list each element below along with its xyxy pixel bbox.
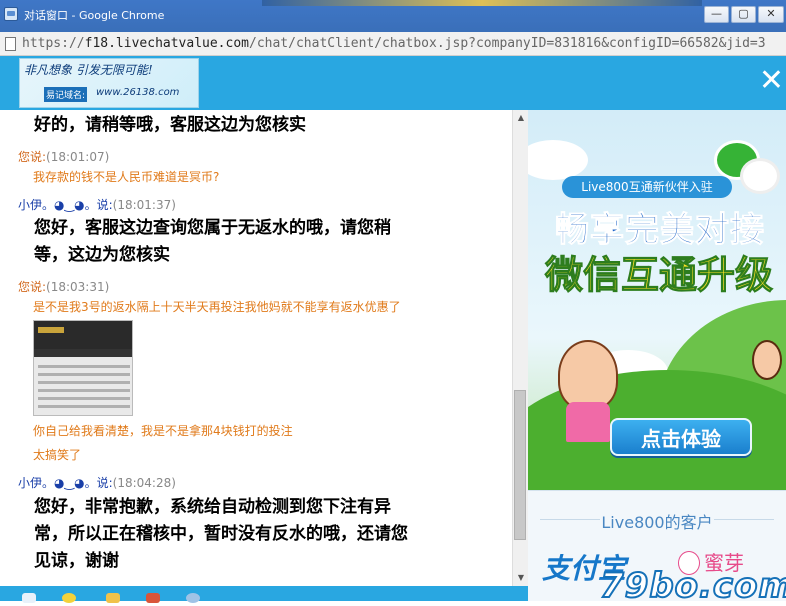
cartoon-girl-dress [566, 402, 610, 442]
thumbnail-row [38, 365, 130, 368]
scroll-up-arrow-icon[interactable]: ▲ [513, 110, 529, 126]
sender-name: 您说: [18, 150, 47, 164]
message-time: (18:01:37) [112, 198, 176, 212]
company-logo: 非凡想象 引发无限可能! 易记域名: www.26138.com [19, 58, 199, 108]
sound-icon[interactable] [106, 593, 120, 603]
logo-domain: www.26138.com [96, 87, 180, 98]
thumbnail-row [38, 397, 130, 400]
url-prefix: https:// [22, 36, 85, 51]
cartoon-girl-illustration [558, 340, 618, 410]
chat-window-icon [4, 7, 18, 21]
thumbnail-logo [38, 327, 64, 333]
user-message: 太搞笑了 [33, 448, 82, 462]
scroll-down-arrow-icon[interactable]: ▼ [513, 570, 529, 586]
sender-name: 您说: [18, 280, 47, 294]
message-time: (18:01:07) [46, 150, 110, 164]
scroll-thumb[interactable] [514, 390, 526, 540]
url-rest: /chat/chatClient/chatbox.jsp?companyID=8… [249, 36, 766, 51]
message-time: (18:04:28) [112, 476, 176, 490]
url-host: f18.livechatvalue.com [84, 36, 249, 51]
thumbnail-row [38, 373, 130, 376]
sender-name: 小伊。◕‿◕。说: [18, 198, 113, 212]
try-now-button[interactable]: 点击体验 [610, 418, 752, 456]
screenshot-icon[interactable] [186, 593, 200, 603]
close-icon[interactable]: ✕ [759, 66, 784, 96]
user-message: 我存款的钱不是人民币难道是冥币? [33, 170, 220, 184]
message-scrollbar[interactable]: ▲ ▼ [512, 110, 528, 586]
message-header: 您说:(18:03:31) [18, 278, 109, 295]
user-message: 你自己给我看清楚，我是不是拿那4块钱打的投注 [33, 424, 293, 438]
message-header: 小伊。◕‿◕。说:(18:04:28) [18, 474, 176, 491]
divider [714, 519, 774, 520]
address-bar[interactable]: https://f18.livechatvalue.com/chat/chatC… [0, 32, 786, 56]
image-upload-icon[interactable] [146, 593, 160, 603]
chat-header: 非凡想象 引发无限可能! 易记域名: www.26138.com ✕ [0, 56, 786, 110]
user-message: 是不是我3号的返水隔上十天半天再投注我他妈就不能享有返水优惠了 [33, 300, 401, 314]
url-text[interactable]: https://f18.livechatvalue.com/chat/chatC… [22, 36, 766, 51]
logo-slogan: 非凡想象 引发无限可能! [24, 63, 153, 77]
window-titlebar: 对话窗口 - Google Chrome — ▢ ✕ [0, 0, 786, 32]
message-header: 您说:(18:01:07) [18, 148, 109, 165]
agent-message-line: 您好，客服这边查询您属于无返水的哦，请您稍 [34, 218, 391, 238]
background-window-strip [262, 0, 702, 6]
agent-message-line: 等，这边为您核实 [34, 245, 170, 265]
partner-badge: Live800互通新伙伴入驻 [562, 176, 732, 198]
cartoon-boy-illustration [752, 340, 782, 380]
thumbnail-row [38, 389, 130, 392]
agent-message: 好的，请稍等哦，客服这边为您核实 [34, 115, 306, 135]
page-icon [5, 37, 16, 51]
wechat-bubble-icon [740, 158, 780, 194]
chat-message-list[interactable]: 好的，请稍等哦，客服这边为您核实 您说:(18:01:07) 我存款的钱不是人民… [0, 110, 512, 586]
maximize-button[interactable]: ▢ [731, 6, 756, 23]
agent-message-line: 见谅，谢谢 [34, 551, 119, 571]
emoji-icon[interactable] [62, 593, 76, 603]
thumbnail-row [38, 405, 130, 408]
window-controls: — ▢ ✕ [704, 6, 784, 23]
thumbnail-header [34, 321, 132, 349]
site-watermark: 79bo.com [599, 565, 786, 606]
clients-title: Live800的客户 [601, 513, 713, 532]
logo-domain-label: 易记域名: [44, 87, 88, 102]
message-time: (18:03:31) [46, 280, 110, 294]
sender-name: 小伊。◕‿◕。说: [18, 476, 113, 490]
agent-message-line: 您好，非常抱歉，系统给自动检测到您下注有异 [34, 497, 391, 517]
chat-toolbar [0, 586, 528, 603]
screenshot-thumbnail[interactable] [33, 320, 133, 416]
agent-message-line: 常，所以正在稽核中，暂时没有反水的哦，还请您 [34, 524, 408, 544]
close-window-button[interactable]: ✕ [758, 6, 784, 23]
promo-banner[interactable]: Live800互通新伙伴入驻 畅享完美对接 微信互通升级 点击体验 [528, 110, 786, 490]
minimize-button[interactable]: — [704, 6, 729, 23]
window-title: 对话窗口 - Google Chrome [24, 9, 165, 22]
cloud-shape [528, 140, 588, 180]
message-header: 小伊。◕‿◕。说:(18:01:37) [18, 196, 176, 213]
promo-headline-2: 微信互通升级 [544, 253, 773, 298]
thumbnail-nav [34, 349, 132, 357]
thumbnail-row [38, 381, 130, 384]
save-icon[interactable] [22, 593, 36, 603]
